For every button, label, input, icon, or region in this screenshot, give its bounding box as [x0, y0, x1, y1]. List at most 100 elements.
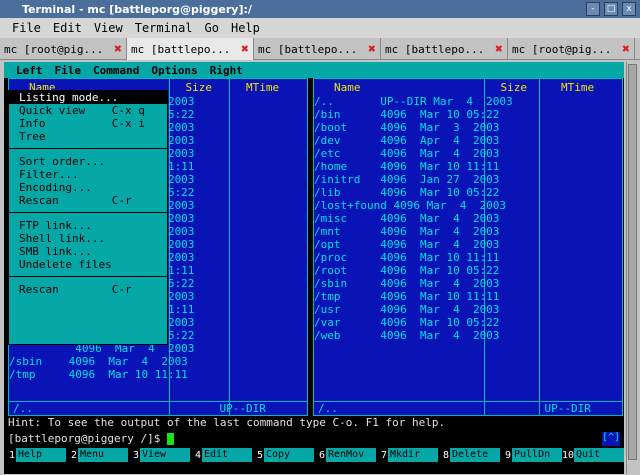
- tab-label: mc [battlepo...: [385, 42, 485, 56]
- dropdown-menu-item[interactable]: Shell link...: [9, 232, 167, 245]
- fkey-delete[interactable]: 8 Delete: [438, 447, 500, 463]
- close-tab-icon[interactable]: ✖: [241, 42, 249, 57]
- dropdown-menu-item[interactable]: Sort order...: [9, 155, 167, 168]
- fkey-mkdir[interactable]: 7 Mkdir: [376, 447, 438, 463]
- file-row[interactable]: /var 4096 Mar 10 05:22: [314, 316, 622, 329]
- file-row[interactable]: /root 4096 Mar 10 05:22: [314, 264, 622, 277]
- mc-menu-left[interactable]: Left: [16, 64, 43, 77]
- dropdown-menu-item[interactable]: Quick view C-x q: [9, 104, 167, 117]
- tab-label: mc [root@pig...: [4, 42, 104, 56]
- fkey-view[interactable]: 3 View: [128, 447, 190, 463]
- menu-file[interactable]: File: [12, 21, 41, 35]
- file-row[interactable]: /tmp 4096 Mar 10 11:11: [9, 368, 307, 381]
- close-tab-icon[interactable]: ✖: [622, 42, 630, 57]
- shell-prompt[interactable]: [battleporg@piggery /]$: [4, 432, 624, 446]
- file-row[interactable]: /usr 4096 Mar 4 2003: [314, 303, 622, 316]
- file-row[interactable]: /opt 4096 Mar 4 2003: [314, 238, 622, 251]
- tab-5[interactable]: mc [root@pig... ✖: [508, 38, 635, 60]
- fkey-label: Quit: [574, 448, 624, 462]
- mc-menu-options[interactable]: Options: [151, 64, 197, 77]
- panel-footer: /.. UP--DIR: [9, 401, 307, 415]
- col-name[interactable]: Name: [334, 81, 361, 94]
- dropdown-menu-item[interactable]: Encoding...: [9, 181, 167, 194]
- tab-3[interactable]: mc [battlepo... ✖: [254, 38, 381, 60]
- dropdown-menu-item[interactable]: Tree: [9, 130, 167, 143]
- menu-separator: [9, 271, 167, 277]
- menu-terminal[interactable]: Terminal: [135, 21, 193, 35]
- fkey-number: 9: [504, 449, 511, 461]
- fkey-help[interactable]: 1 Help: [4, 447, 66, 463]
- panel-footer: /.. UP--DIR: [314, 401, 622, 415]
- fkey-number: 3: [132, 449, 139, 461]
- col-size[interactable]: Size: [501, 81, 528, 94]
- file-row[interactable]: /sbin 4096 Mar 4 2003: [9, 355, 307, 368]
- mc-menu-command[interactable]: Command: [93, 64, 139, 77]
- fkey-number: 5: [256, 449, 263, 461]
- maximize-button[interactable]: □: [604, 2, 618, 16]
- file-row[interactable]: /misc 4096 Mar 4 2003: [314, 212, 622, 225]
- tab-4[interactable]: mc [battlepo... ✖: [381, 38, 508, 60]
- close-tab-icon[interactable]: ✖: [368, 42, 376, 57]
- scrollbar-thumb[interactable]: [628, 64, 637, 460]
- fkey-label: PullDn: [512, 448, 562, 462]
- close-tab-icon[interactable]: ✖: [495, 42, 503, 57]
- fkey-quit[interactable]: 10 Quit: [562, 447, 624, 463]
- fkey-pulldn[interactable]: 9 PullDn: [500, 447, 562, 463]
- menu-view[interactable]: View: [94, 21, 123, 35]
- tab-1[interactable]: mc [root@pig... ✖: [0, 38, 127, 60]
- fkey-copy[interactable]: 5 Copy: [252, 447, 314, 463]
- fkey-menu[interactable]: 2 Menu: [66, 447, 128, 463]
- file-row[interactable]: /sbin 4096 Mar 4 2003: [314, 277, 622, 290]
- col-size[interactable]: Size: [186, 81, 213, 94]
- fkey-edit[interactable]: 4 Edit: [190, 447, 252, 463]
- close-tab-icon[interactable]: ✖: [114, 42, 122, 57]
- file-row[interactable]: /bin 4096 Mar 10 05:22: [314, 108, 622, 121]
- fkey-number: 7: [380, 449, 387, 461]
- dropdown-menu-item[interactable]: Listing mode...: [9, 91, 167, 104]
- menu-edit[interactable]: Edit: [53, 21, 82, 35]
- file-row[interactable]: /lost+found 4096 Mar 4 2003: [314, 199, 622, 212]
- dropdown-menu-item[interactable]: Filter...: [9, 168, 167, 181]
- file-row[interactable]: /lib 4096 Mar 10 05:22: [314, 186, 622, 199]
- close-button[interactable]: x: [622, 2, 636, 16]
- file-row[interactable]: /initrd 4096 Jan 27 2003: [314, 173, 622, 186]
- mc-menu-right[interactable]: Right: [210, 64, 243, 77]
- col-mtime[interactable]: MTime: [561, 81, 594, 94]
- dropdown-menu-item[interactable]: FTP link...: [9, 219, 167, 232]
- fkey-label: Mkdir: [388, 448, 438, 462]
- file-row[interactable]: /home 4096 Mar 10 11:11: [314, 160, 622, 173]
- options-dropdown-menu: Listing mode... Quick view C-x q Info C-x …: [8, 90, 168, 345]
- menu-help[interactable]: Help: [231, 21, 260, 35]
- hint-line: Hint: To see the output of the last comm…: [4, 416, 624, 432]
- tab-label: mc [battlepo...: [258, 42, 358, 56]
- dropdown-menu-item[interactable]: Undelete files: [9, 258, 167, 271]
- tab-2[interactable]: mc [battlepo... ✖: [127, 38, 254, 60]
- dropdown-menu-item[interactable]: SMB link...: [9, 245, 167, 258]
- fkey-number: 8: [442, 449, 449, 461]
- menu-go[interactable]: Go: [205, 21, 219, 35]
- fkey-label: View: [140, 448, 190, 462]
- file-row[interactable]: /boot 4096 Mar 3 2003: [314, 121, 622, 134]
- text-cursor: [166, 433, 174, 445]
- file-row[interactable]: /proc 4096 Mar 10 11:11: [314, 251, 622, 264]
- window-titlebar: Terminal - mc [battleporg@piggery]:/ - □…: [0, 0, 640, 18]
- minimize-button[interactable]: -: [586, 2, 600, 16]
- terminal-scrollbar[interactable]: [626, 62, 638, 474]
- dropdown-menu-item[interactable]: Rescan C-r: [9, 194, 167, 207]
- file-row[interactable]: /etc 4096 Mar 4 2003: [314, 147, 622, 160]
- file-row[interactable]: /.. UP--DIR Mar 4 2003: [314, 95, 622, 108]
- file-row[interactable]: /web 4096 Mar 4 2003: [314, 329, 622, 342]
- file-row[interactable]: /mnt 4096 Mar 4 2003: [314, 225, 622, 238]
- file-row[interactable]: /tmp 4096 Mar 10 11:11: [314, 290, 622, 303]
- fkey-label: Edit: [202, 448, 252, 462]
- file-row[interactable]: /dev 4096 Apr 4 2003: [314, 134, 622, 147]
- right-file-panel[interactable]: Name Size MTime /.. UP--DIR Mar 4 2003/b…: [313, 78, 623, 416]
- col-mtime[interactable]: MTime: [246, 81, 279, 94]
- dropdown-menu-item[interactable]: Info C-x i: [9, 117, 167, 130]
- fkey-renmov[interactable]: 6 RenMov: [314, 447, 376, 463]
- menu-separator: [9, 143, 167, 149]
- dropdown-menu-item[interactable]: Rescan C-r: [9, 283, 167, 296]
- fkey-number: 4: [194, 449, 201, 461]
- prompt-text: [battleporg@piggery /]$: [8, 432, 167, 445]
- mc-menu-file[interactable]: File: [55, 64, 82, 77]
